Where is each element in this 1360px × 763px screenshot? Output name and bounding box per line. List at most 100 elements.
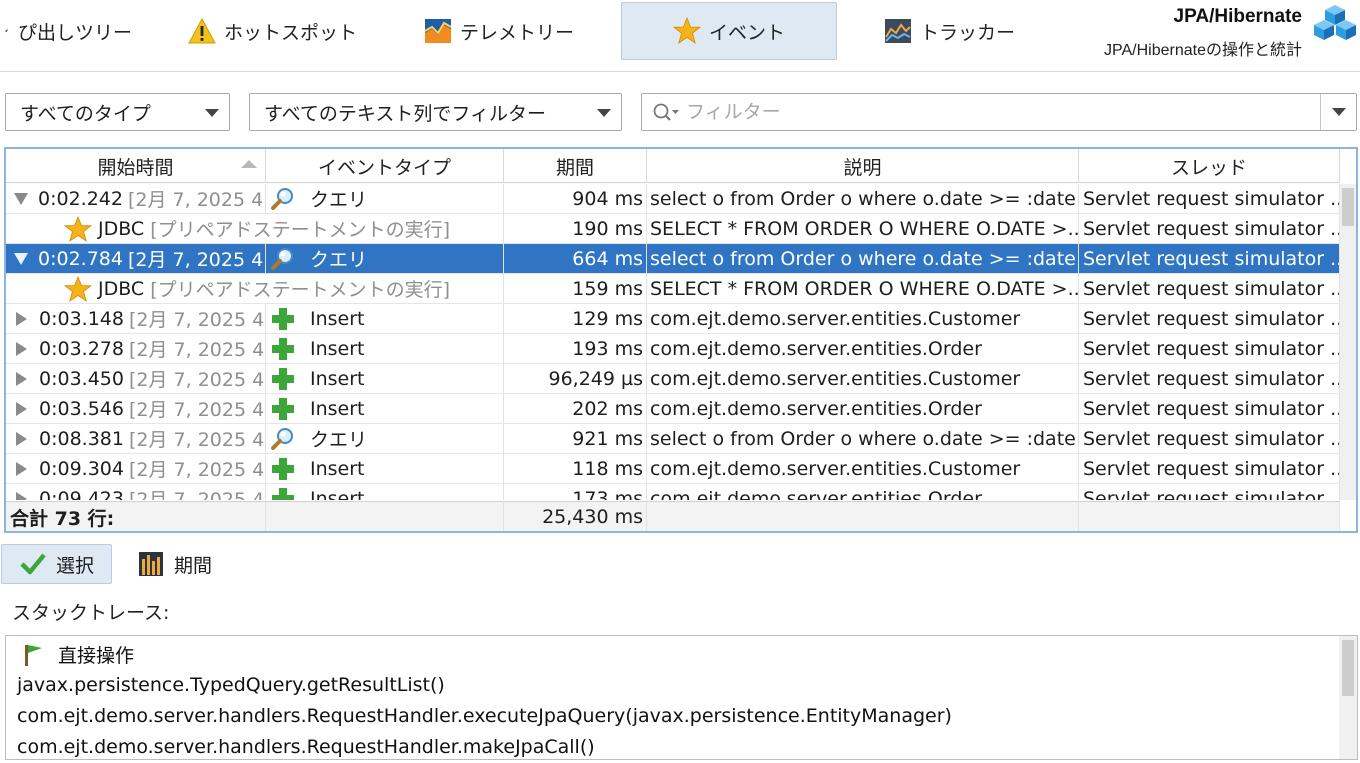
- tab-hotspots[interactable]: ホットスポット: [188, 2, 398, 60]
- search-icon[interactable]: [652, 102, 680, 124]
- description-cell: com.ejt.demo.server.entities.Customer: [647, 454, 1079, 483]
- column-header-start-time[interactable]: 開始時間: [6, 149, 266, 183]
- stack-frame-text: 直接操作: [58, 645, 135, 667]
- start-date: [2月 7, 2025 4:...: [127, 189, 265, 211]
- collapsed-node-icon[interactable]: [16, 371, 27, 386]
- table-row[interactable]: 0:03.546[2月 7, 2025 4:... Insert 202 mscom…: [6, 394, 1340, 424]
- start-time: 0:02.784: [38, 247, 123, 270]
- stack-vertical-scrollbar[interactable]: [1339, 636, 1357, 759]
- scrollbar-thumb[interactable]: [1342, 188, 1354, 226]
- start-time-cell: 0:02.784[2月 7, 2025 4:...: [6, 244, 266, 273]
- column-header-label: スレッド: [1170, 156, 1247, 179]
- filter-column-select-value: すべてのテキスト列でフィルター: [264, 102, 546, 125]
- view-tab-bar: ぴ出しツリー ホットスポット テレメトリー イベント トラッカー JPA/Hib…: [0, 0, 1360, 72]
- event-type: Insert: [310, 307, 365, 330]
- column-header-label: イベントタイプ: [317, 156, 451, 179]
- table-row[interactable]: 0:09.304[2月 7, 2025 4:... Insert 118 mscom…: [6, 454, 1340, 484]
- filter-history-dropdown[interactable]: [1320, 94, 1356, 130]
- event-type: JDBC: [98, 217, 145, 240]
- thread-cell: Servlet request simulator ...: [1079, 394, 1340, 423]
- column-header-thread[interactable]: スレッド: [1079, 149, 1340, 183]
- plus-icon: [272, 307, 294, 330]
- chevron-down-icon: [1332, 108, 1346, 116]
- duration-button-label: 期間: [174, 554, 213, 577]
- start-time-cell: 0:08.381[2月 7, 2025 4:...: [6, 424, 266, 453]
- event-type: クエリ: [310, 249, 368, 271]
- start-date: [2月 7, 2025 4:...: [128, 339, 265, 361]
- collapsed-node-icon[interactable]: [16, 461, 27, 476]
- plus-icon: [272, 457, 294, 480]
- description-cell: com.ejt.demo.server.entities.Customer: [647, 364, 1079, 393]
- filter-input[interactable]: [686, 98, 1306, 126]
- start-date: [2月 7, 2025 4:...: [128, 459, 265, 481]
- table-row[interactable]: JDBC [プリペアドステートメントの実行] 190 ms SELECT * FROM…: [6, 214, 1340, 244]
- start-time: 0:03.278: [39, 337, 124, 360]
- start-time-cell: 0:09.423 [2月 7, 2025 4:...: [6, 484, 266, 500]
- tab-events[interactable]: イベント: [621, 2, 837, 60]
- table-row[interactable]: 0:09.423 [2月 7, 2025 4:... Insert 173 mscom…: [6, 484, 1340, 500]
- footer-empty-cell: [1079, 502, 1340, 531]
- table-row[interactable]: JDBC [プリペアドステートメントの実行] 159 ms SELECT * FROM…: [6, 274, 1340, 304]
- column-header-label: 開始時間: [97, 156, 174, 179]
- magnifier-icon: [271, 247, 293, 270]
- tab-telemetry[interactable]: テレメトリー: [424, 2, 609, 60]
- filter-column-select[interactable]: すべてのテキスト列でフィルター: [249, 93, 622, 131]
- duration-cell: 96,249 µs: [504, 364, 647, 393]
- collapsed-node-icon[interactable]: [16, 401, 27, 416]
- tab-label: イベント: [708, 21, 785, 44]
- table-row[interactable]: 0:03.450[2月 7, 2025 4:... Insert 96,249 µs…: [6, 364, 1340, 394]
- collapsed-node-icon[interactable]: [16, 431, 27, 446]
- table-row[interactable]: 0:03.278[2月 7, 2025 4:... Insert 193 mscom…: [6, 334, 1340, 364]
- duration-cell: 904 ms: [504, 184, 647, 213]
- start-time: 0:09.304: [39, 457, 124, 480]
- tab-tracker[interactable]: トラッカー: [884, 2, 1034, 60]
- star-icon: [64, 275, 92, 302]
- expanded-node-icon[interactable]: [14, 192, 28, 205]
- event-type-select-value: すべてのタイプ: [20, 102, 151, 125]
- stack-frame[interactable]: javax.persistence.TypedQuery.getResultLi…: [17, 674, 445, 696]
- plus-icon: [272, 367, 294, 390]
- collapsed-node-icon[interactable]: [16, 491, 27, 500]
- stack-frame[interactable]: com.ejt.demo.server.handlers.RequestHand…: [17, 736, 595, 758]
- description-cell: com.ejt.demo.server.entities.Customer: [647, 304, 1079, 333]
- event-type: Insert: [310, 487, 365, 501]
- plus-icon: [272, 397, 294, 420]
- event-type: JDBC: [98, 277, 145, 300]
- event-type: クエリ: [310, 429, 368, 451]
- duration-cell: 159 ms: [504, 274, 647, 303]
- duration-cell: 118 ms: [504, 454, 647, 483]
- event-type-select[interactable]: すべてのタイプ: [5, 93, 230, 131]
- plus-icon: [272, 487, 294, 500]
- chevron-down-icon: [597, 109, 611, 117]
- column-header-label: 説明: [843, 156, 882, 179]
- view-title-block: JPA/Hibernate JPA/Hibernateの操作と統計: [1104, 6, 1302, 60]
- table-row[interactable]: 0:03.148[2月 7, 2025 4:... Insert 129 mscom…: [6, 304, 1340, 334]
- duration-button[interactable]: 期間: [138, 544, 258, 584]
- magnifier-icon: [271, 427, 293, 450]
- column-header-event-type[interactable]: イベントタイプ: [266, 149, 504, 183]
- column-header-duration[interactable]: 期間: [504, 149, 647, 183]
- stack-frame[interactable]: com.ejt.demo.server.handlers.RequestHand…: [17, 705, 952, 727]
- table-body: 0:02.242[2月 7, 2025 4:...クエリ904 msselect…: [6, 184, 1340, 500]
- event-type-detail: [プリペアドステートメントの実行]: [150, 279, 451, 301]
- collapsed-node-icon[interactable]: [16, 341, 27, 356]
- start-time: 0:08.381: [39, 427, 124, 450]
- column-header-description[interactable]: 説明: [647, 149, 1079, 183]
- start-time-cell: 0:02.242[2月 7, 2025 4:...: [6, 184, 266, 213]
- expanded-node-icon[interactable]: [14, 252, 28, 265]
- table-row[interactable]: 0:02.784[2月 7, 2025 4:... クエリ 664 msselect…: [6, 244, 1340, 274]
- event-type-cell: Insert: [266, 394, 504, 423]
- table-row[interactable]: 0:08.381[2月 7, 2025 4:... クエリ 921 msselect…: [6, 424, 1340, 454]
- select-toggle-button[interactable]: 選択: [1, 544, 112, 584]
- stack-frame[interactable]: 直接操作: [22, 641, 134, 668]
- tab-call-tree[interactable]: ぴ出しツリー: [4, 2, 164, 60]
- start-time: 0:03.450: [39, 367, 124, 390]
- event-type-detail: [プリペアドステートメントの実行]: [150, 219, 451, 241]
- table-row[interactable]: 0:02.242[2月 7, 2025 4:... クエリ 904 msselect…: [6, 184, 1340, 214]
- start-date: [2月 7, 2025 4:...: [127, 249, 265, 271]
- table-vertical-scrollbar[interactable]: [1340, 184, 1356, 500]
- scrollbar-thumb[interactable]: [1342, 640, 1354, 696]
- start-time-cell: 0:03.148[2月 7, 2025 4:...: [6, 304, 266, 333]
- duration-cell: 190 ms: [504, 214, 647, 243]
- collapsed-node-icon[interactable]: [16, 311, 27, 326]
